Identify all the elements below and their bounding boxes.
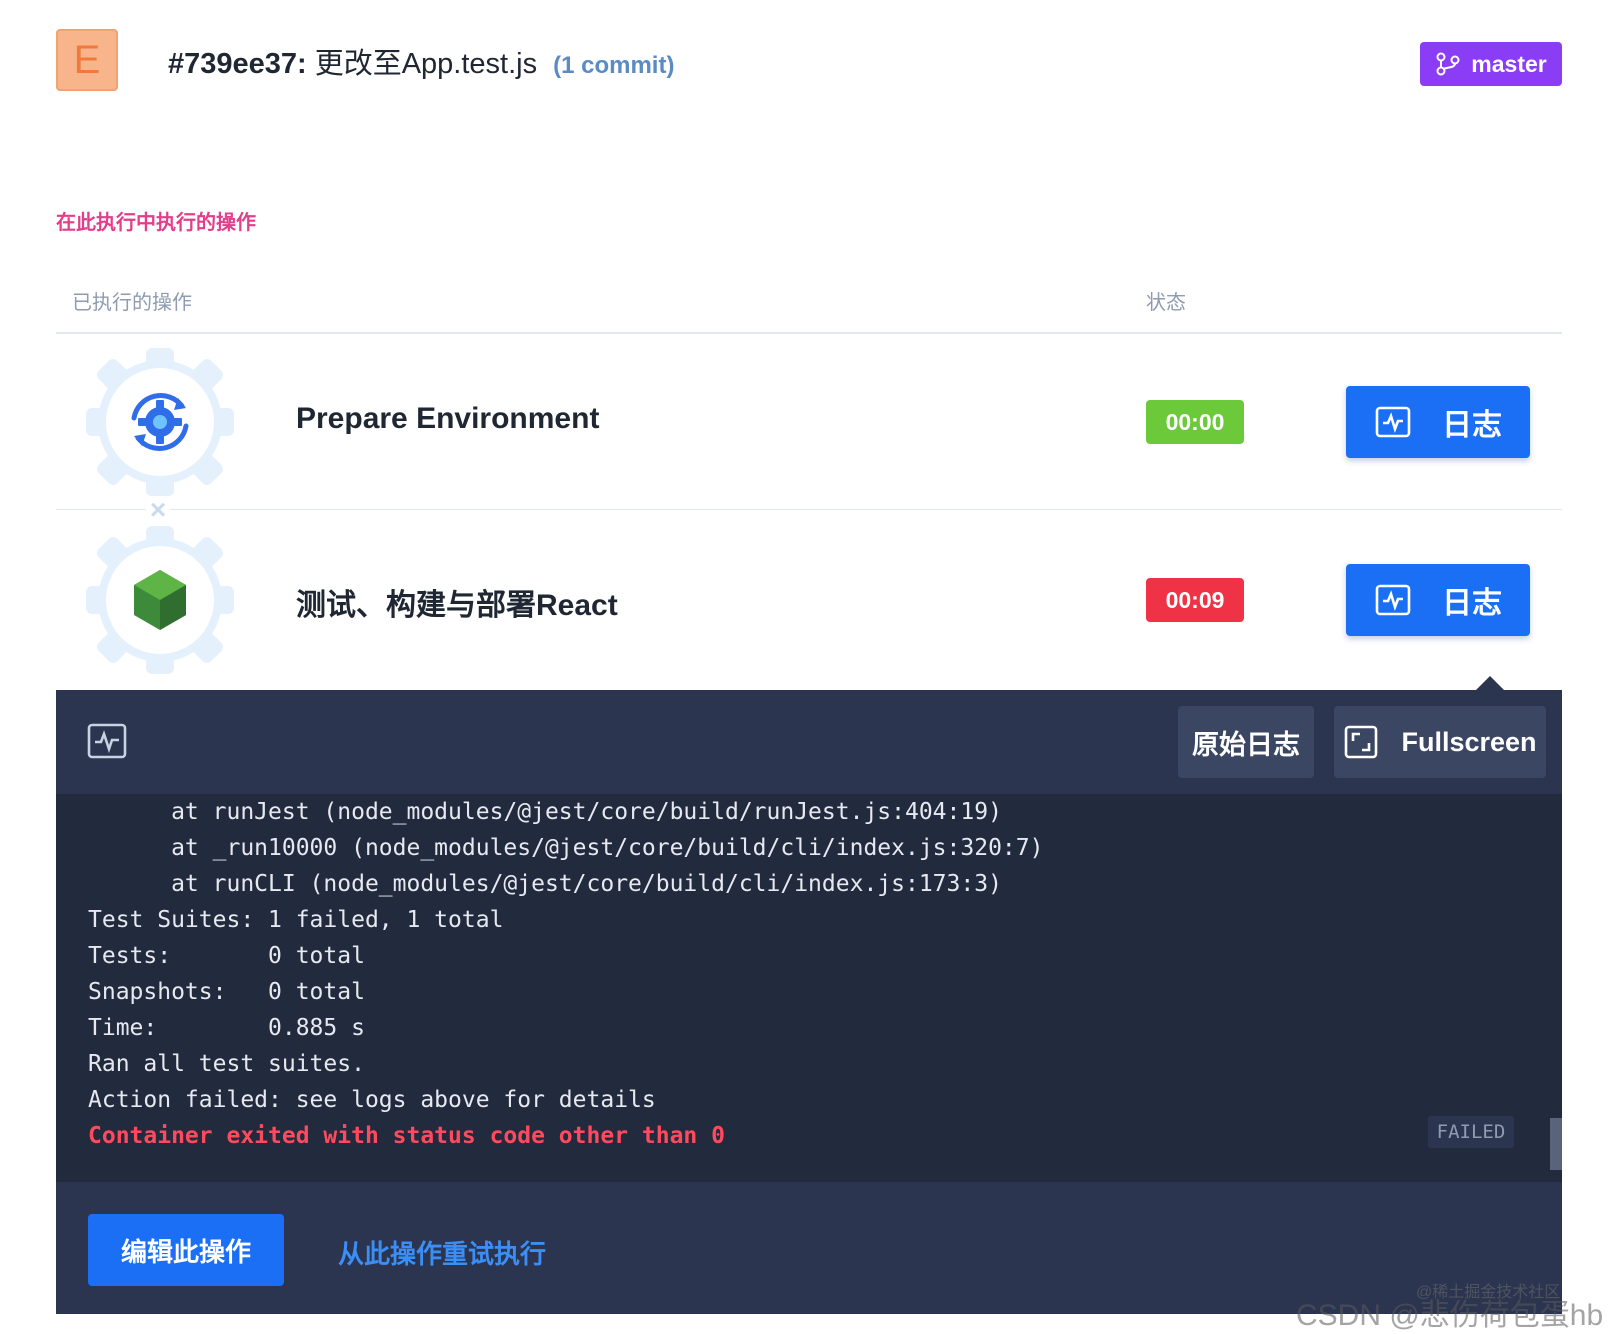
- page: E #739ee37: 更改至App.test.js (1 commit) ma…: [0, 0, 1610, 1334]
- log-lines: at runJest (node_modules/@jest/core/buil…: [88, 794, 1043, 1154]
- header-divider: [56, 332, 1562, 334]
- log-line: Test Suites: 1 failed, 1 total: [88, 907, 504, 933]
- panel-pointer: [1476, 676, 1504, 690]
- gear-sync-icon: [86, 348, 234, 496]
- log-line: at runJest (node_modules/@jest/core/buil…: [88, 799, 1002, 825]
- commit-message: 更改至App.test.js: [314, 48, 538, 80]
- log-line: Time: 0.885 s: [88, 1015, 365, 1041]
- column-header-status: 状态: [1146, 292, 1186, 314]
- log-line: Snapshots: 0 total: [88, 979, 365, 1005]
- git-branch-icon: [1436, 52, 1460, 76]
- raw-log-label: 原始日志: [1192, 729, 1300, 760]
- activity-monitor-icon: [1375, 406, 1411, 438]
- step-row[interactable]: Prepare Environment 00:00 日志: [56, 338, 1562, 508]
- activity-monitor-icon: [87, 723, 127, 759]
- log-line: Action failed: see logs above for detail…: [88, 1087, 656, 1113]
- activity-monitor-icon: [1375, 584, 1411, 616]
- failed-status-tag: FAILED: [1428, 1116, 1514, 1148]
- step-row[interactable]: 测试、构建与部署React 00:09 日志: [56, 516, 1562, 686]
- fullscreen-label: Fullscreen: [1401, 726, 1537, 757]
- edit-action-button[interactable]: 编辑此操作: [88, 1214, 284, 1286]
- branch-badge[interactable]: master: [1420, 42, 1562, 86]
- log-console[interactable]: at runJest (node_modules/@jest/core/buil…: [56, 794, 1562, 1182]
- fullscreen-button[interactable]: Fullscreen: [1334, 706, 1546, 778]
- watermark-csdn: CSDN @悲伤荷包蛋hb: [1296, 1299, 1604, 1332]
- commit-count[interactable]: (1 commit): [553, 52, 674, 80]
- expand-icon: [1345, 725, 1378, 759]
- log-error-line: Container exited with status code other …: [88, 1123, 725, 1149]
- step-duration-badge: 00:09: [1146, 578, 1244, 622]
- log-button-label: 日志: [1442, 409, 1502, 442]
- step-duration-badge: 00:00: [1146, 400, 1244, 444]
- log-toolbar: 原始日志 Fullscreen: [56, 690, 1562, 794]
- raw-log-button[interactable]: 原始日志: [1178, 706, 1314, 778]
- commit-title: #739ee37: 更改至App.test.js (1 commit): [168, 40, 674, 84]
- section-title: 在此执行中执行的操作: [56, 212, 256, 234]
- author-avatar: E: [56, 29, 118, 91]
- log-button[interactable]: 日志: [1346, 564, 1530, 636]
- log-panel: 原始日志 Fullscreen at runJest (node_modules…: [56, 690, 1562, 1314]
- log-line: at runCLI (node_modules/@jest/core/build…: [88, 871, 1002, 897]
- log-line: Ran all test suites.: [88, 1051, 365, 1077]
- step-name: Prepare Environment: [296, 402, 600, 435]
- retry-from-action-link[interactable]: 从此操作重试执行: [338, 1234, 546, 1271]
- log-scrollbar[interactable]: [1550, 1118, 1562, 1170]
- commit-hash[interactable]: #739ee37:: [168, 48, 307, 81]
- log-line: Tests: 0 total: [88, 943, 365, 969]
- log-button[interactable]: 日志: [1346, 386, 1530, 458]
- log-button-label: 日志: [1442, 587, 1502, 620]
- nodejs-hexagon-icon: [86, 526, 234, 674]
- log-line: at _run10000 (node_modules/@jest/core/bu…: [88, 835, 1044, 861]
- row-divider: [56, 509, 1562, 510]
- branch-name: master: [1471, 50, 1547, 77]
- column-header-operations: 已执行的操作: [72, 292, 192, 314]
- step-name: 测试、构建与部署React: [296, 589, 618, 622]
